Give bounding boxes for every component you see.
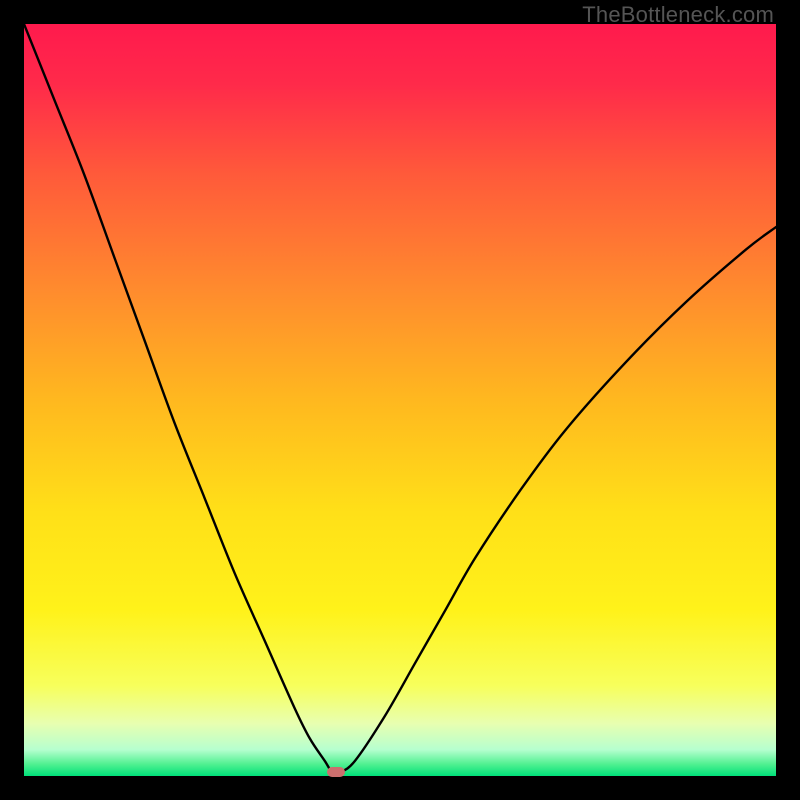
bottleneck-chart xyxy=(24,24,776,776)
optimal-point-marker xyxy=(327,767,345,777)
gradient-background xyxy=(24,24,776,776)
chart-frame xyxy=(24,24,776,776)
